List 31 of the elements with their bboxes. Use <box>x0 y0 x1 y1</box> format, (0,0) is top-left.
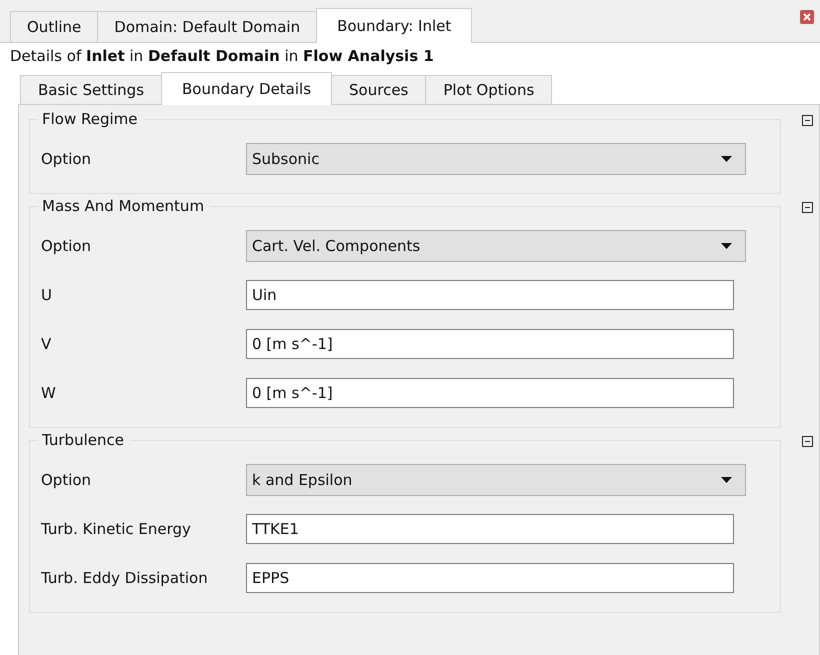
value-field[interactable]: TTKE1 <box>246 514 734 544</box>
field-label: Option <box>41 236 92 254</box>
option-dropdown[interactable]: Cart. Vel. Components <box>246 230 746 262</box>
value-field[interactable]: 0 [m s^-1] <box>246 328 734 358</box>
panel-tab[interactable]: Outline <box>10 11 98 42</box>
field-label: V <box>41 334 52 352</box>
option-dropdown[interactable]: Subsonic <box>246 142 746 174</box>
section-title: Flow Regime <box>38 110 144 128</box>
value-field[interactable]: Uin <box>246 280 734 310</box>
settings-tab[interactable]: Basic Settings <box>20 75 162 104</box>
field-label: U <box>41 286 53 304</box>
value-field[interactable]: EPPS <box>246 562 734 592</box>
field-label: Turb. Eddy Dissipation <box>41 568 209 586</box>
settings-tab[interactable]: Boundary Details <box>161 72 332 105</box>
option-dropdown[interactable]: k and Epsilon <box>246 464 746 496</box>
details-text: Details of Inlet in Default Domain in Flow Analysis 1 <box>9 46 435 67</box>
field-label: Option <box>41 150 92 168</box>
collapse-icon[interactable] <box>802 436 813 447</box>
collapse-icon[interactable] <box>802 202 813 213</box>
value-field[interactable]: 0 [m s^-1] <box>246 378 734 408</box>
field-label: W <box>41 384 57 402</box>
field-label: Turb. Kinetic Energy <box>41 520 192 538</box>
collapse-icon[interactable] <box>802 115 813 126</box>
dropdown-arrow-icon <box>721 476 732 482</box>
field-label: Option <box>41 470 92 488</box>
dropdown-arrow-icon <box>721 156 732 162</box>
settings-tab[interactable]: Plot Options <box>425 75 552 104</box>
close-icon[interactable] <box>800 10 814 24</box>
dropdown-arrow-icon <box>721 242 732 248</box>
panel-tab[interactable]: Boundary: Inlet <box>316 8 472 43</box>
settings-tab[interactable]: Sources <box>331 75 426 104</box>
